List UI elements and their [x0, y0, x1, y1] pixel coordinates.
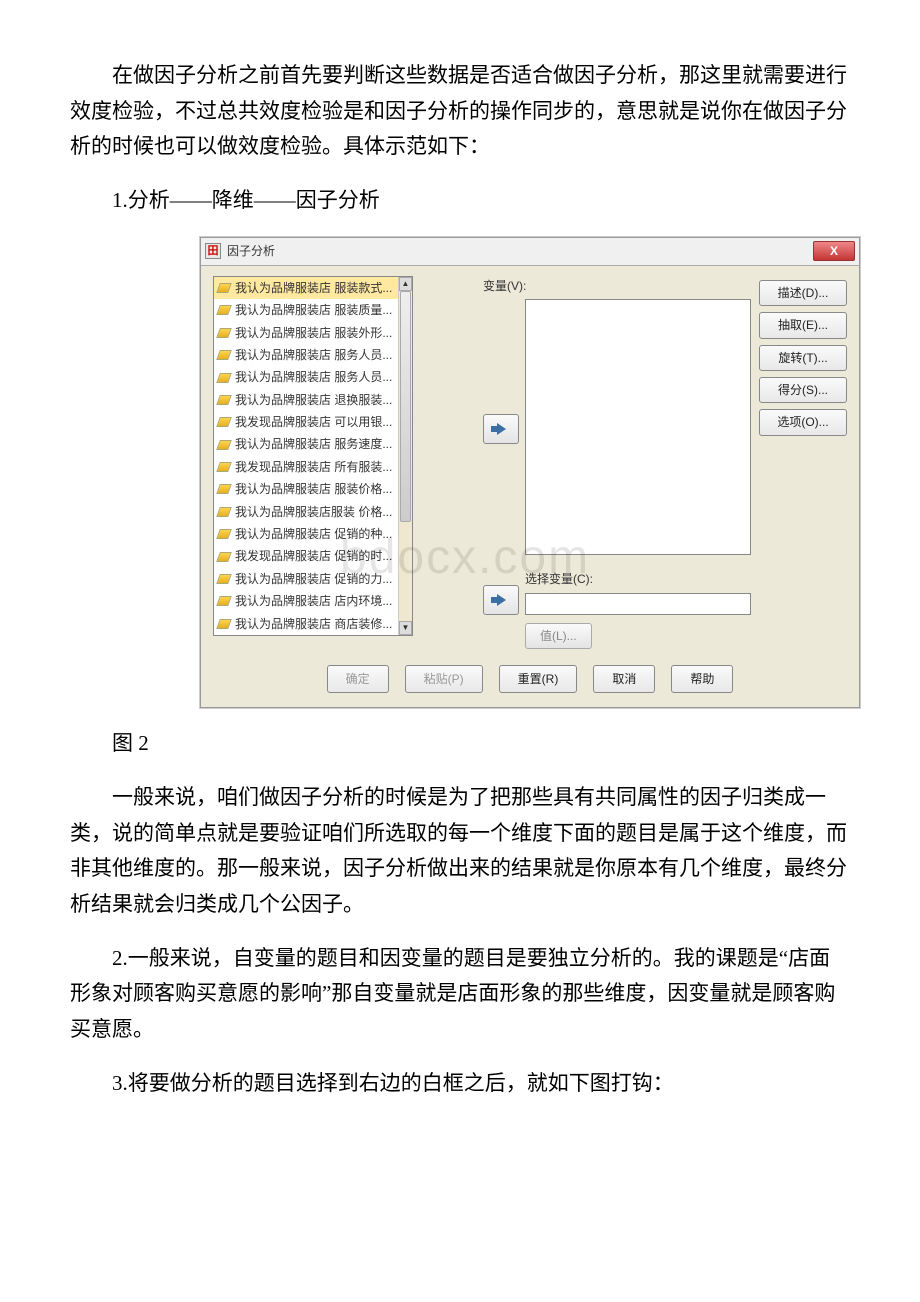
list-item[interactable]: 我认为品牌服装店服装 价格... [214, 501, 398, 523]
list-item[interactable]: 我认为品牌服装店 促销的种... [214, 523, 398, 545]
list-item[interactable]: 我认为品牌服装店 店内环境... [214, 590, 398, 612]
list-item[interactable]: 我认为品牌服装店 服务人员... [214, 366, 398, 388]
list-item[interactable]: 我认为品牌服装店 商店装修... [214, 613, 398, 635]
list-item[interactable]: 我认为品牌服装店 退换服装... [214, 389, 398, 411]
list-item[interactable]: 我认为品牌服装店 服装外形... [214, 322, 398, 344]
arrow-right-icon [497, 423, 506, 435]
list-item-label: 我认为品牌服装店 服装质量... [235, 300, 392, 320]
step-3: 3.将要做分析的题目选择到右边的白框之后，就如下图打钩： [70, 1066, 850, 1102]
list-item-label: 我认为品牌服装店 促销的种... [235, 524, 392, 544]
move-right-button[interactable] [483, 414, 519, 444]
scale-icon [216, 484, 232, 494]
scale-icon [216, 596, 232, 606]
list-item[interactable]: 我发现品牌服装店 可以用银... [214, 411, 398, 433]
scale-icon [216, 507, 232, 517]
paste-button[interactable]: 粘贴(P) [405, 665, 483, 693]
list-item-label: 我认为品牌服装店 促销的力... [235, 569, 392, 589]
move-selection-button[interactable] [483, 585, 519, 615]
list-item[interactable]: 我认为品牌服装店 促销的力... [214, 568, 398, 590]
list-item-label: 我认为品牌服装店 服装价格... [235, 479, 392, 499]
scroll-thumb[interactable] [400, 291, 411, 522]
list-item[interactable]: 我发现品牌服装店 促销的时... [214, 545, 398, 567]
scale-icon [216, 350, 232, 360]
reset-button[interactable]: 重置(R) [499, 665, 578, 693]
close-button[interactable]: X [813, 241, 855, 261]
list-item[interactable]: 我认为品牌服装店 服装款式... [214, 277, 398, 299]
scale-icon [216, 395, 232, 405]
list-scrollbar[interactable]: ▲ ▼ [398, 277, 412, 635]
variables-label: 变量(V): [483, 276, 751, 296]
extraction-button[interactable]: 抽取(E)... [759, 312, 847, 338]
scale-icon [216, 417, 232, 427]
explain-paragraph: 一般来说，咱们做因子分析的时候是为了把那些具有共同属性的因子归类成一类，说的简单… [70, 780, 850, 923]
list-item-label: 我发现品牌服装店 促销的时... [235, 546, 392, 566]
scale-icon [216, 440, 232, 450]
dialog-titlebar: 田 因子分析 X [201, 238, 859, 266]
list-item-label: 我发现品牌服装店 可以用银... [235, 412, 392, 432]
scores-button[interactable]: 得分(S)... [759, 377, 847, 403]
list-item-label: 我认为品牌服装店 服装外形... [235, 323, 392, 343]
scale-icon [216, 305, 232, 315]
list-item-label: 我认为品牌服装店 服务人员... [235, 367, 392, 387]
scale-icon [216, 328, 232, 338]
list-item-label: 我认为品牌服装店 退换服装... [235, 390, 392, 410]
figure-caption: 图 2 [70, 726, 850, 762]
list-item-label: 我发现品牌服装店 所有服装... [235, 457, 392, 477]
scroll-down-icon[interactable]: ▼ [399, 621, 412, 635]
scale-icon [216, 462, 232, 472]
selection-var-label: 选择变量(C): [525, 569, 751, 589]
target-variable-list[interactable] [525, 299, 751, 555]
arrow-right-icon [497, 594, 506, 606]
cancel-button[interactable]: 取消 [593, 665, 655, 693]
source-variable-list[interactable]: 我认为品牌服装店 服装款式...我认为品牌服装店 服装质量... 我认为品牌服装店… [213, 276, 413, 636]
scale-icon [216, 283, 232, 293]
list-item-label: 我认为品牌服装店 服务速度... [235, 434, 392, 454]
list-item[interactable]: 我认为品牌服装店 服装价格... [214, 478, 398, 500]
list-item-label: 我认为品牌服装店服装 价格... [235, 502, 392, 522]
list-item-label: 我认为品牌服装店 商店装修... [235, 614, 392, 634]
rotation-button[interactable]: 旋转(T)... [759, 345, 847, 371]
list-item-label: 我认为品牌服装店 服装款式... [235, 278, 392, 298]
scale-icon [216, 373, 232, 383]
step-2: 2.一般来说，自变量的题目和因变量的题目是要独立分析的。我的课题是“店面形象对顾… [70, 941, 850, 1048]
dialog-title: 因子分析 [227, 241, 813, 261]
list-item[interactable]: 我认为品牌服装店 服装质量... [214, 299, 398, 321]
step-1: 1.分析——降维——因子分析 [70, 183, 850, 219]
dialog-bottom-bar: 确定 粘贴(P) 重置(R) 取消 帮助 [201, 655, 859, 707]
intro-paragraph: 在做因子分析之前首先要判断这些数据是否适合做因子分析，那这里就需要进行效度检验，… [70, 58, 850, 165]
ok-button[interactable]: 确定 [327, 665, 389, 693]
scale-icon [216, 619, 232, 629]
app-icon: 田 [205, 243, 221, 259]
list-item[interactable]: 我认为品牌服装店 服务人员... [214, 344, 398, 366]
list-item-label: 我认为品牌服装店 店内环境... [235, 591, 392, 611]
descriptives-button[interactable]: 描述(D)... [759, 280, 847, 306]
value-button[interactable]: 值(L)... [525, 623, 592, 649]
list-item-label: 我认为品牌服装店 服务人员... [235, 345, 392, 365]
scale-icon [216, 574, 232, 584]
factor-analysis-dialog: 田 因子分析 X 我认为品牌服装店 服装款式...我认为品牌服装店 服装质量..… [200, 237, 860, 709]
scale-icon [216, 529, 232, 539]
list-item[interactable]: 我发现品牌服装店 所有服装... [214, 456, 398, 478]
scroll-up-icon[interactable]: ▲ [399, 277, 412, 291]
options-button[interactable]: 选项(O)... [759, 409, 847, 435]
selection-var-input[interactable] [525, 593, 751, 615]
scale-icon [216, 552, 232, 562]
list-item[interactable]: 我认为品牌服装店 服务速度... [214, 433, 398, 455]
help-button[interactable]: 帮助 [671, 665, 733, 693]
